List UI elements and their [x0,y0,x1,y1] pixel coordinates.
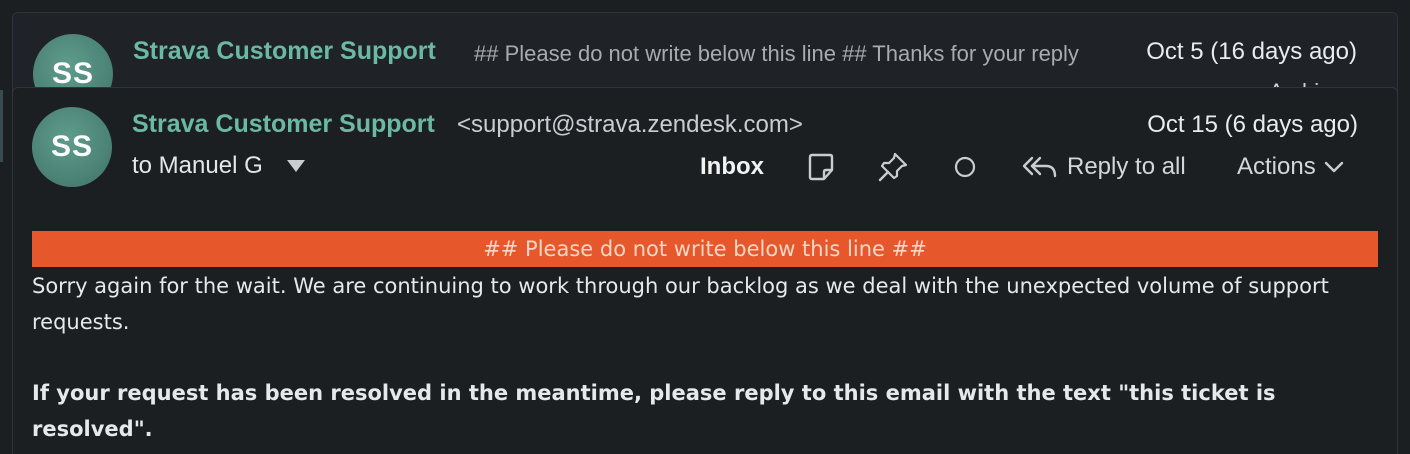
pin-icon[interactable] [876,148,910,186]
email-thread-view: SS Strava Customer Support ## Please do … [0,0,1410,454]
recipients-line[interactable]: to Manuel G [132,152,305,180]
sender-name[interactable]: Strava Customer Support [132,110,435,139]
message-date: Oct 5 (16 days ago) [1146,38,1357,65]
chevron-down-icon[interactable] [286,160,305,172]
reply-all-button[interactable]: Reply to all [1021,148,1186,186]
chevron-down-icon [1324,161,1343,173]
inbox-label-chip[interactable]: Inbox [700,148,764,186]
sender-email[interactable]: <support@strava.zendesk.com> [457,111,803,139]
actions-menu-button[interactable]: Actions [1237,148,1346,186]
avatar: SS [32,107,112,187]
message-paragraph-bold: If your request has been resolved in the… [32,381,1276,441]
reply-all-label: Reply to all [1067,153,1186,180]
message-date: Oct 15 (6 days ago) [1147,111,1358,138]
note-icon[interactable] [805,148,837,186]
sender-name[interactable]: Strava Customer Support [133,37,436,66]
recipients-text: to Manuel G [132,152,263,179]
message-paragraph: Sorry again for the wait. We are continu… [32,274,1329,334]
thread-scroll-indicator [0,90,3,162]
reply-separator-banner: ## Please do not write below this line #… [32,231,1378,267]
message-snippet: ## Please do not write below this line #… [474,41,1079,66]
reply-all-icon [1022,156,1057,178]
circle-icon[interactable] [952,148,978,186]
actions-label: Actions [1237,153,1316,180]
